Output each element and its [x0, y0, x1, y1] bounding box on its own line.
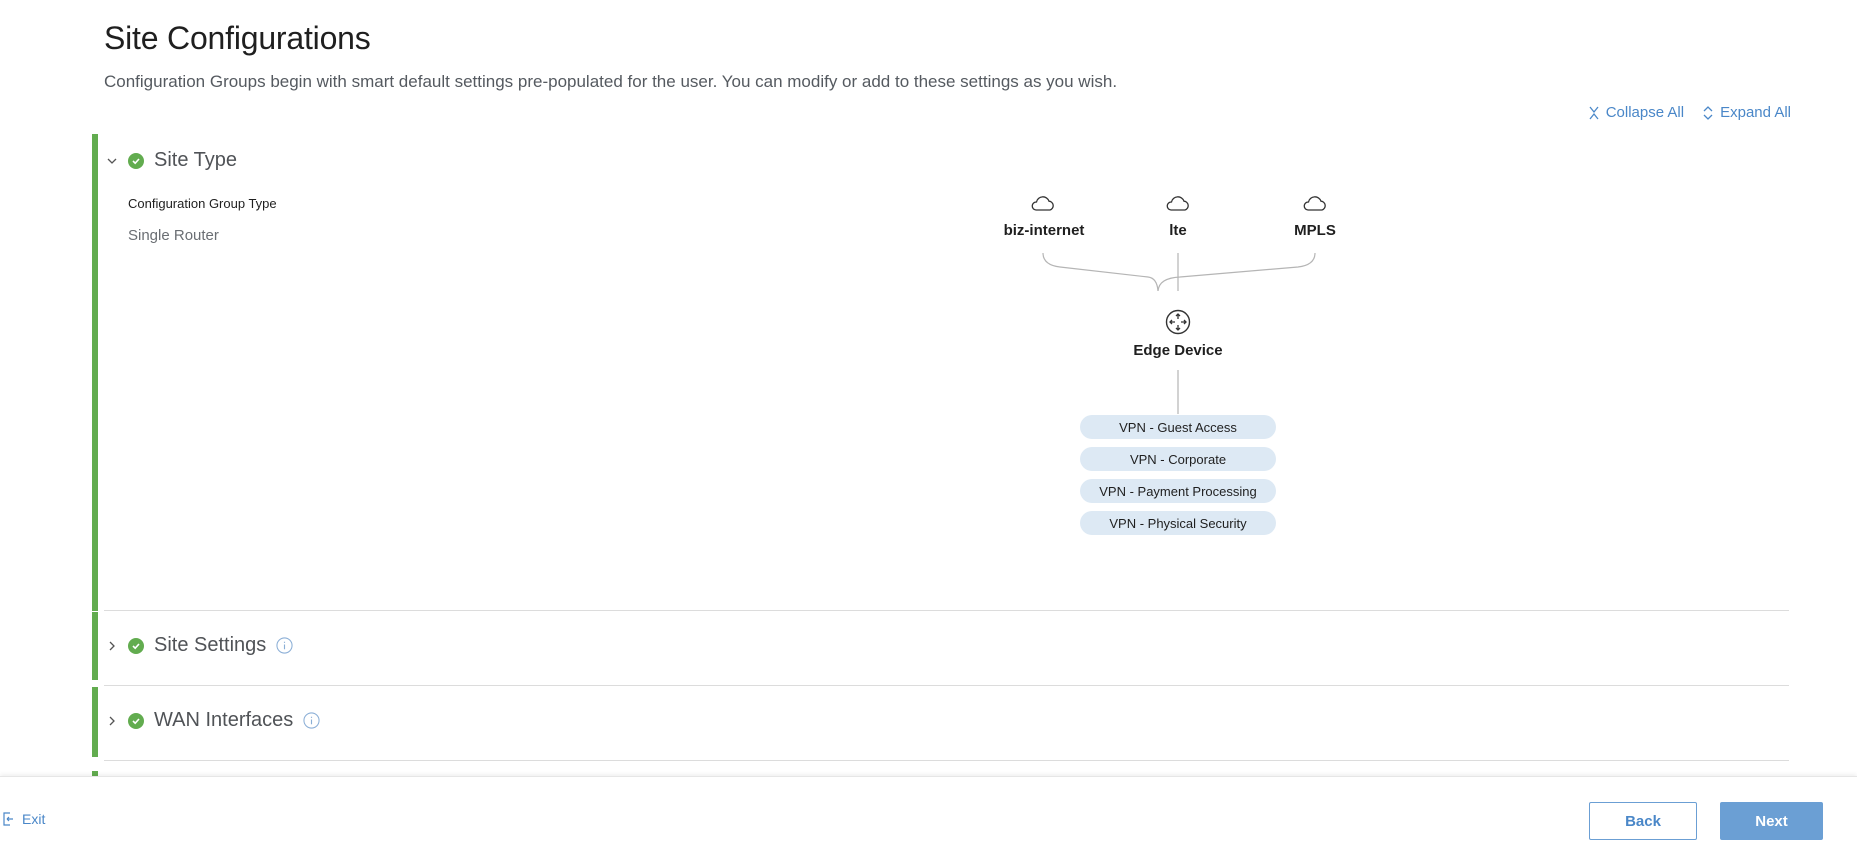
- network-label-lte: lte: [1169, 222, 1187, 239]
- page-subtitle: Configuration Groups begin with smart de…: [104, 72, 1118, 91]
- section-divider: [104, 610, 1789, 611]
- cloud-icon: [1031, 196, 1054, 211]
- vpn-pill-payment-processing: VPN - Payment Processing: [1080, 479, 1276, 503]
- topology-diagram: biz-internet lte MPLS Edge Device VPN - …: [980, 185, 1380, 545]
- chevron-down-icon: [106, 155, 118, 167]
- configuration-group-type-value: Single Router: [128, 227, 219, 244]
- collapse-all-label: Collapse All: [1605, 104, 1685, 121]
- check-circle-icon: [128, 712, 144, 729]
- section-site-type: Site Type: [92, 134, 1789, 611]
- footer-bar: Exit Back Next: [0, 776, 1857, 849]
- next-button[interactable]: Next: [1720, 802, 1823, 840]
- section-status-bar: [92, 612, 98, 680]
- info-icon[interactable]: [303, 712, 320, 729]
- cloud-icon: [1303, 196, 1326, 211]
- vpn-pill-corporate: VPN - Corporate: [1080, 447, 1276, 471]
- section-status-bar: [92, 687, 98, 757]
- exit-icon: [3, 812, 13, 826]
- collapse-all-icon: [1589, 106, 1599, 119]
- page-title: Site Configurations: [104, 20, 371, 56]
- section-divider: [104, 760, 1789, 761]
- network-label-biz-internet: biz-internet: [1003, 222, 1085, 239]
- back-button[interactable]: Back: [1589, 802, 1697, 840]
- expand-all-label: Expand All: [1720, 104, 1791, 121]
- edge-device-label: Edge Device: [1133, 342, 1223, 359]
- vpn-pill-guest-access: VPN - Guest Access: [1080, 415, 1276, 439]
- vpn-pill-physical-security: VPN - Physical Security: [1080, 511, 1276, 535]
- collapse-all-button[interactable]: Collapse All: [1588, 104, 1684, 121]
- section-divider: [104, 685, 1789, 686]
- configuration-group-type-label: Configuration Group Type: [128, 196, 277, 211]
- check-circle-icon: [128, 152, 144, 169]
- section-title: Site Type: [154, 149, 238, 171]
- exit-label: Exit: [22, 811, 46, 827]
- section-title: WAN Interfaces: [154, 709, 294, 731]
- expand-all-button[interactable]: Expand All: [1702, 104, 1791, 121]
- expand-all-icon: [1703, 105, 1713, 120]
- section-wan-interfaces: WAN Interfaces: [92, 687, 1789, 761]
- section-title: Site Settings: [154, 634, 267, 656]
- chevron-right-icon: [106, 640, 118, 652]
- cloud-icon: [1166, 196, 1189, 211]
- network-label-mpls: MPLS: [1294, 222, 1336, 239]
- toolbar: Collapse All Expand All: [1588, 104, 1791, 121]
- section-site-settings: Site Settings: [92, 612, 1789, 686]
- check-circle-icon: [128, 637, 144, 654]
- section-status-bar: [92, 134, 98, 611]
- exit-button[interactable]: Exit: [2, 811, 45, 827]
- section-header-wan-interfaces[interactable]: WAN Interfaces: [106, 709, 320, 732]
- router-icon: [1165, 309, 1191, 335]
- chevron-right-icon: [106, 715, 118, 727]
- section-header-site-type[interactable]: Site Type: [106, 149, 237, 172]
- section-header-site-settings[interactable]: Site Settings: [106, 634, 293, 657]
- info-icon[interactable]: [276, 637, 293, 654]
